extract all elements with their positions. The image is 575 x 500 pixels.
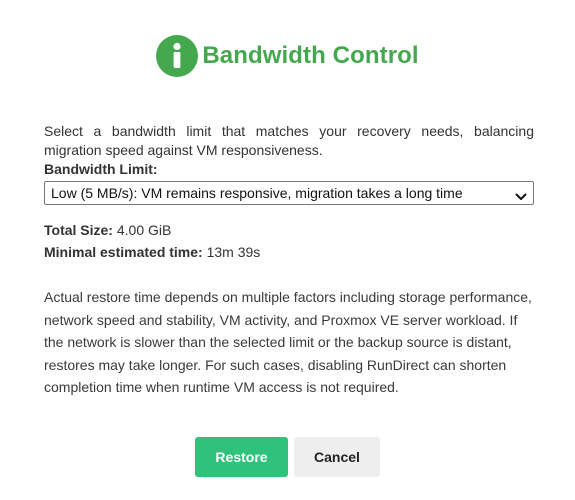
chevron-down-icon xyxy=(515,188,527,200)
restore-button[interactable]: Restore xyxy=(195,437,288,477)
estimated-time-row: Minimal estimated time: 13m 39s xyxy=(44,241,534,263)
estimated-time-label: Minimal estimated time: xyxy=(44,244,203,260)
dialog-content: Select a bandwidth limit that matches yo… xyxy=(44,122,534,413)
cancel-button[interactable]: Cancel xyxy=(294,437,380,477)
info-circle-icon xyxy=(156,35,199,77)
dialog-buttons: Restore Cancel xyxy=(0,437,575,477)
estimated-time-value: 13m 39s xyxy=(206,244,261,260)
bandwidth-limit-selected-value: Low (5 MB/s): VM remains responsive, mig… xyxy=(51,184,463,201)
dialog-header: Bandwidth Control xyxy=(0,35,575,77)
dialog-title: Bandwidth Control xyxy=(202,42,419,69)
total-size-label: Total Size: xyxy=(44,222,113,238)
total-size-row: Total Size: 4.00 GiB xyxy=(44,219,534,241)
total-size-value: 4.00 GiB xyxy=(116,222,172,238)
restore-stats: Total Size: 4.00 GiB Minimal estimated t… xyxy=(44,219,534,263)
bandwidth-limit-select[interactable]: Low (5 MB/s): VM remains responsive, mig… xyxy=(44,181,534,205)
bandwidth-limit-label: Bandwidth Limit: xyxy=(44,161,158,177)
restore-time-note: Actual restore time depends on multiple … xyxy=(44,289,532,395)
intro-text: Select a bandwidth limit that matches yo… xyxy=(44,123,534,158)
